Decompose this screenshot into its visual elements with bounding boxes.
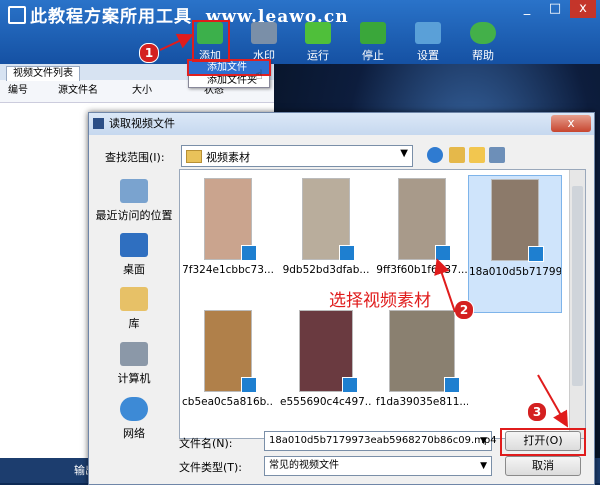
arrow-to-open-button [537, 374, 568, 428]
annotation-arrows [159, 33, 568, 428]
arrow-to-add-button [159, 33, 194, 51]
arrow-to-selected-file [434, 258, 456, 313]
